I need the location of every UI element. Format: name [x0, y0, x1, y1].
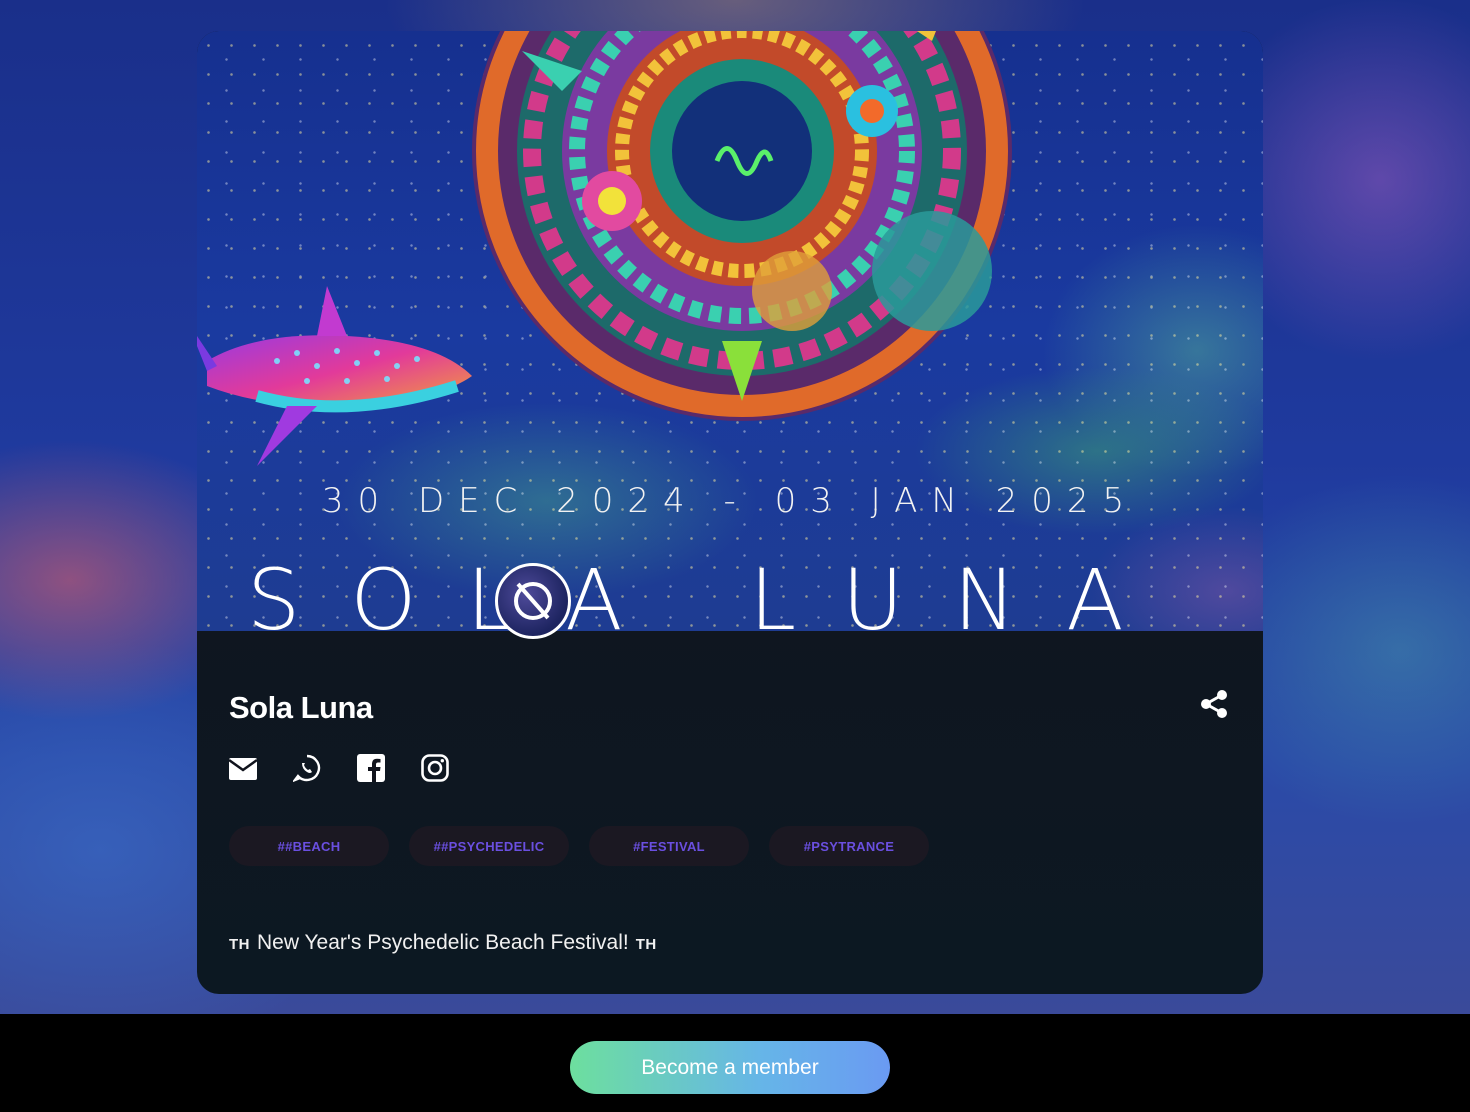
- whatsapp-link[interactable]: [293, 753, 321, 783]
- mail-icon: [229, 758, 257, 780]
- whale-shark-artwork: [197, 286, 472, 466]
- share-icon: [1201, 690, 1227, 718]
- club-description: TH New Year's Psychedelic Beach Festival…: [229, 931, 657, 955]
- social-links: [229, 753, 449, 783]
- become-member-button[interactable]: Become a member: [570, 1041, 890, 1094]
- facebook-link[interactable]: [357, 753, 385, 783]
- whatsapp-icon: [293, 754, 321, 782]
- tag-beach[interactable]: ##BEACH: [229, 826, 389, 866]
- description-text: New Year's Psychedelic Beach Festival!: [257, 931, 629, 954]
- description-prefix: TH: [229, 936, 250, 953]
- mail-link[interactable]: [229, 753, 257, 783]
- tag-festival[interactable]: #FESTIVAL: [589, 826, 749, 866]
- mandala-artwork: [472, 31, 1012, 421]
- tag-psytrance[interactable]: #PSYTRANCE: [769, 826, 929, 866]
- banner-image: 30 DEC 2024 - 03 JAN 2025 SOLA LUNA: [197, 31, 1263, 631]
- instagram-icon: [421, 754, 449, 782]
- club-card: 30 DEC 2024 - 03 JAN 2025 SOLA LUNA Sola…: [197, 31, 1263, 994]
- club-title: Sola Luna: [229, 690, 373, 725]
- description-suffix: TH: [635, 936, 657, 953]
- banner-dates: 30 DEC 2024 - 03 JAN 2025: [321, 481, 1139, 521]
- sola-luna-logo-icon: [514, 582, 552, 620]
- tag-psychedelic[interactable]: ##PSYCHEDELIC: [409, 826, 569, 866]
- instagram-link[interactable]: [421, 753, 449, 783]
- banner-title: SOLA LUNA: [247, 551, 1174, 631]
- tag-list: ##BEACH ##PSYCHEDELIC #FESTIVAL #PSYTRAN…: [229, 826, 929, 866]
- avatar: [495, 563, 571, 639]
- share-button[interactable]: [1199, 688, 1229, 720]
- facebook-icon: [357, 754, 385, 782]
